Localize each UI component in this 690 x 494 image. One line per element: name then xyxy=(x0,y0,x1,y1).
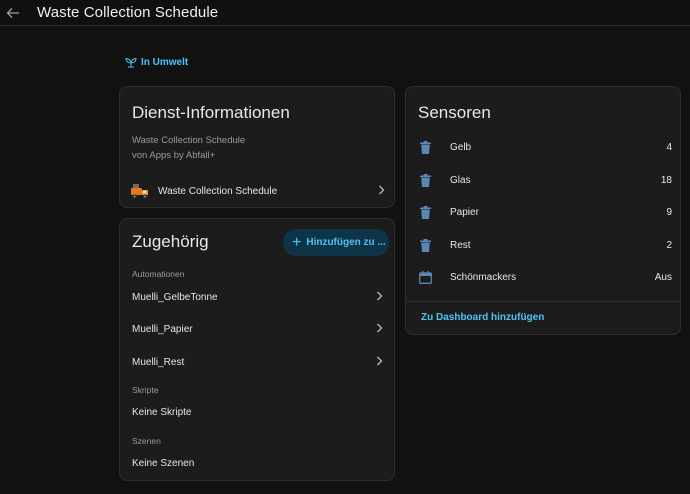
leaf-icon xyxy=(125,57,137,68)
page-title: Waste Collection Schedule xyxy=(37,4,219,21)
automation-row[interactable]: Muelli_GelbeTonne xyxy=(132,288,384,306)
sensor-name: Glas xyxy=(450,174,471,186)
add-to-dashboard-link[interactable]: Zu Dashboard hinzufügen xyxy=(421,312,544,323)
calendar-icon xyxy=(418,270,432,284)
area-label: In Umwelt xyxy=(141,57,189,68)
sensor-row-glas[interactable]: Glas 18 xyxy=(418,170,672,190)
chevron-right-icon xyxy=(374,323,384,336)
automation-label: Muelli_Papier xyxy=(132,323,193,335)
chevron-right-icon xyxy=(374,291,384,304)
sensor-row-gelb[interactable]: Gelb 4 xyxy=(418,137,672,157)
device-label: Waste Collection Schedule xyxy=(158,185,278,197)
sensor-value: 9 xyxy=(666,206,672,218)
sensor-name: Papier xyxy=(450,206,479,218)
scenes-empty: Keine Szenen xyxy=(132,458,195,469)
chevron-right-icon xyxy=(376,185,386,198)
sensors-title: Sensoren xyxy=(418,103,491,122)
automation-row[interactable]: Muelli_Papier xyxy=(132,320,384,338)
sensor-name: Rest xyxy=(450,239,471,251)
arrow-left-icon xyxy=(6,7,19,18)
sensor-row-rest[interactable]: Rest 2 xyxy=(418,235,672,255)
area-link[interactable]: In Umwelt xyxy=(125,57,188,68)
plus-icon: + xyxy=(292,233,302,251)
sensor-row-papier[interactable]: Papier 9 xyxy=(418,202,672,222)
automation-label: Muelli_GelbeTonne xyxy=(132,291,218,303)
sensors-card: Sensoren Gelb 4 Glas 18 Papier 9 Rest 2 … xyxy=(405,86,681,335)
sensor-value: 18 xyxy=(660,174,672,186)
scenes-header: Szenen xyxy=(132,436,161,446)
sensor-value: Aus xyxy=(654,271,672,283)
top-app-bar: Waste Collection Schedule xyxy=(0,0,690,26)
trash-can-icon xyxy=(418,173,432,187)
garbage-truck-icon xyxy=(131,184,148,199)
automation-row[interactable]: Muelli_Rest xyxy=(132,353,384,371)
trash-can-icon xyxy=(418,205,432,219)
related-title: Zugehörig xyxy=(132,232,209,251)
service-info-card: Dienst-Informationen Waste Collection Sc… xyxy=(119,86,395,208)
sensor-value: 2 xyxy=(666,239,672,251)
sensor-row-schoenmackers[interactable]: Schönmackers Aus xyxy=(418,267,672,287)
provider-name: von Apps by Abfall+ xyxy=(132,150,216,161)
add-to-label: Hinzufügen zu ... xyxy=(306,237,386,248)
service-info-title: Dienst-Informationen xyxy=(132,103,290,122)
add-to-button[interactable]: + Hinzufügen zu ... xyxy=(283,229,389,256)
sensor-name: Gelb xyxy=(450,141,472,153)
back-button[interactable] xyxy=(0,0,26,26)
trash-can-icon xyxy=(418,238,432,252)
card-divider xyxy=(406,301,680,302)
device-row[interactable]: Waste Collection Schedule xyxy=(130,181,386,201)
trash-can-icon xyxy=(418,140,432,154)
related-card: Zugehörig + Hinzufügen zu ... Automation… xyxy=(119,218,395,481)
integration-name: Waste Collection Schedule xyxy=(132,135,246,146)
chevron-right-icon xyxy=(374,356,384,369)
sensor-name: Schönmackers xyxy=(450,271,517,283)
automation-label: Muelli_Rest xyxy=(132,356,185,368)
scripts-header: Skripte xyxy=(132,385,159,395)
automations-header: Automationen xyxy=(132,269,185,279)
sensor-value: 4 xyxy=(666,141,672,153)
scripts-empty: Keine Skripte xyxy=(132,407,192,418)
